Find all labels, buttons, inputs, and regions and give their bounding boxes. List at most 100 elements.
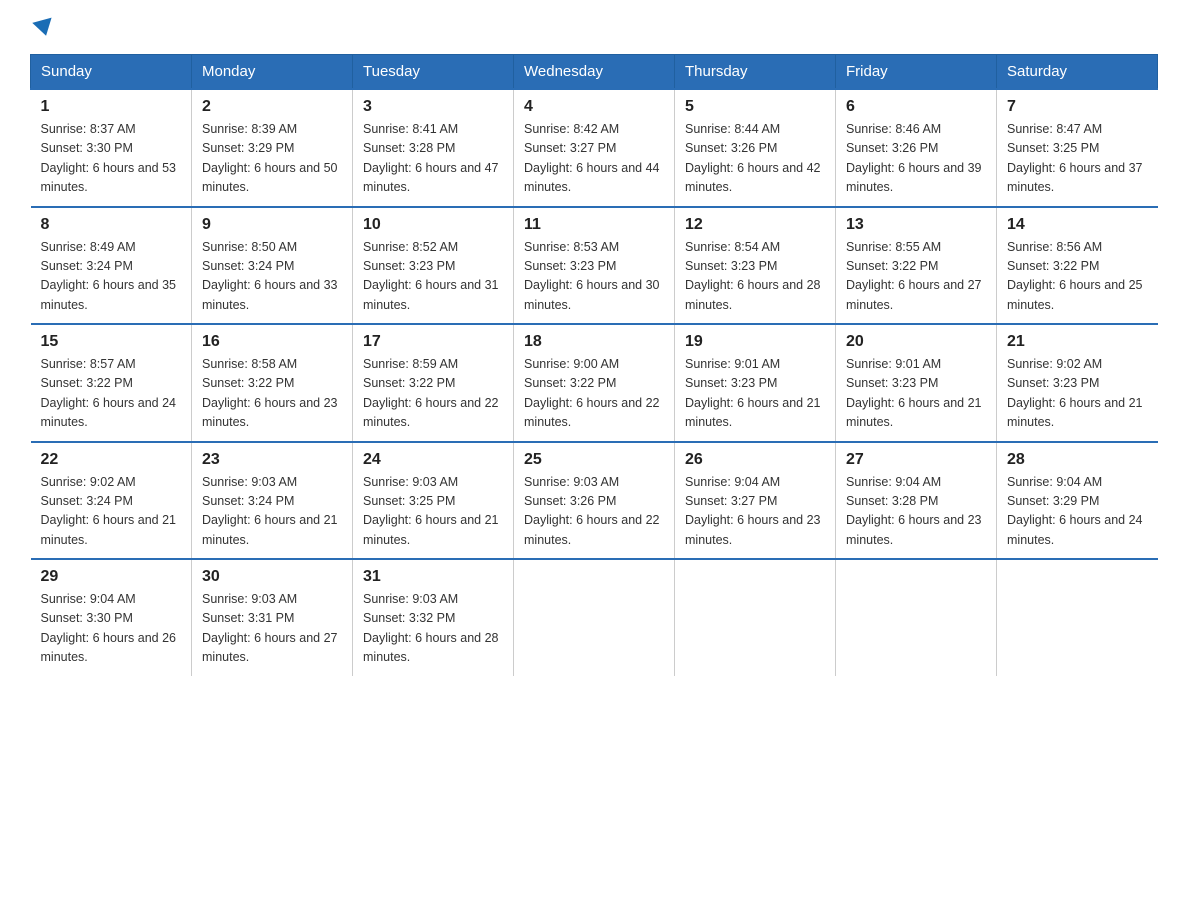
day-info: Sunrise: 9:03 AMSunset: 3:31 PMDaylight:… [202, 590, 342, 668]
day-info: Sunrise: 8:52 AMSunset: 3:23 PMDaylight:… [363, 238, 503, 316]
day-cell: 11Sunrise: 8:53 AMSunset: 3:23 PMDayligh… [514, 207, 675, 325]
header-cell-thursday: Thursday [675, 55, 836, 90]
day-info: Sunrise: 9:03 AMSunset: 3:26 PMDaylight:… [524, 473, 664, 551]
day-cell: 24 Sunrise: 9:03 AMSunset: 3:25 PMDayligh… [353, 442, 514, 560]
day-cell: 28 Sunrise: 9:04 AMSunset: 3:29 PMDayligh… [997, 442, 1158, 560]
day-info: Sunrise: 9:02 AMSunset: 3:24 PMDaylight:… [41, 473, 182, 551]
day-cell: 26 Sunrise: 9:04 AMSunset: 3:27 PMDayligh… [675, 442, 836, 560]
day-info: Sunrise: 8:44 AMSunset: 3:26 PMDaylight:… [685, 120, 825, 198]
day-cell: 29 Sunrise: 9:04 AMSunset: 3:30 PMDayligh… [31, 559, 192, 676]
day-cell: 4Sunrise: 8:42 AMSunset: 3:27 PMDaylight… [514, 89, 675, 207]
week-row-3: 15 Sunrise: 8:57 AMSunset: 3:22 PMDayligh… [31, 324, 1158, 442]
day-number: 6 [846, 98, 986, 116]
day-cell [675, 559, 836, 676]
day-number: 8 [41, 216, 182, 234]
calendar-table: SundayMondayTuesdayWednesdayThursdayFrid… [30, 54, 1158, 676]
day-info: Sunrise: 9:03 AMSunset: 3:32 PMDaylight:… [363, 590, 503, 668]
day-number: 11 [524, 216, 664, 234]
day-cell: 23 Sunrise: 9:03 AMSunset: 3:24 PMDayligh… [192, 442, 353, 560]
day-number: 28 [1007, 451, 1148, 469]
day-number: 24 [363, 451, 503, 469]
day-number: 15 [41, 333, 182, 351]
day-number: 29 [41, 568, 182, 586]
day-info: Sunrise: 8:56 AMSunset: 3:22 PMDaylight:… [1007, 238, 1148, 316]
logo [30, 20, 54, 36]
day-info: Sunrise: 8:57 AMSunset: 3:22 PMDaylight:… [41, 355, 182, 433]
day-info: Sunrise: 9:01 AMSunset: 3:23 PMDaylight:… [685, 355, 825, 433]
day-number: 18 [524, 333, 664, 351]
day-number: 2 [202, 98, 342, 116]
day-info: Sunrise: 9:04 AMSunset: 3:28 PMDaylight:… [846, 473, 986, 551]
day-cell: 19 Sunrise: 9:01 AMSunset: 3:23 PMDayligh… [675, 324, 836, 442]
day-info: Sunrise: 8:49 AMSunset: 3:24 PMDaylight:… [41, 238, 182, 316]
day-info: Sunrise: 8:37 AMSunset: 3:30 PMDaylight:… [41, 120, 182, 198]
day-cell: 2 Sunrise: 8:39 AMSunset: 3:29 PMDaylight… [192, 89, 353, 207]
week-row-4: 22 Sunrise: 9:02 AMSunset: 3:24 PMDayligh… [31, 442, 1158, 560]
day-number: 16 [202, 333, 342, 351]
day-info: Sunrise: 9:04 AMSunset: 3:29 PMDaylight:… [1007, 473, 1148, 551]
day-cell: 9 Sunrise: 8:50 AMSunset: 3:24 PMDaylight… [192, 207, 353, 325]
day-number: 9 [202, 216, 342, 234]
day-info: Sunrise: 9:01 AMSunset: 3:23 PMDaylight:… [846, 355, 986, 433]
day-number: 12 [685, 216, 825, 234]
day-info: Sunrise: 9:03 AMSunset: 3:24 PMDaylight:… [202, 473, 342, 551]
day-number: 26 [685, 451, 825, 469]
day-info: Sunrise: 9:00 AMSunset: 3:22 PMDaylight:… [524, 355, 664, 433]
day-number: 25 [524, 451, 664, 469]
day-info: Sunrise: 9:04 AMSunset: 3:27 PMDaylight:… [685, 473, 825, 551]
day-cell: 6Sunrise: 8:46 AMSunset: 3:26 PMDaylight… [836, 89, 997, 207]
day-number: 13 [846, 216, 986, 234]
day-number: 1 [41, 98, 182, 116]
header-cell-monday: Monday [192, 55, 353, 90]
day-info: Sunrise: 8:41 AMSunset: 3:28 PMDaylight:… [363, 120, 503, 198]
day-info: Sunrise: 9:04 AMSunset: 3:30 PMDaylight:… [41, 590, 182, 668]
day-number: 14 [1007, 216, 1148, 234]
day-cell: 5Sunrise: 8:44 AMSunset: 3:26 PMDaylight… [675, 89, 836, 207]
day-cell: 21Sunrise: 9:02 AMSunset: 3:23 PMDayligh… [997, 324, 1158, 442]
day-info: Sunrise: 9:03 AMSunset: 3:25 PMDaylight:… [363, 473, 503, 551]
day-cell: 31Sunrise: 9:03 AMSunset: 3:32 PMDayligh… [353, 559, 514, 676]
header-row: SundayMondayTuesdayWednesdayThursdayFrid… [31, 55, 1158, 90]
day-cell [836, 559, 997, 676]
week-row-1: 1 Sunrise: 8:37 AMSunset: 3:30 PMDaylight… [31, 89, 1158, 207]
day-cell: 10Sunrise: 8:52 AMSunset: 3:23 PMDayligh… [353, 207, 514, 325]
calendar-header: SundayMondayTuesdayWednesdayThursdayFrid… [31, 55, 1158, 90]
week-row-2: 8 Sunrise: 8:49 AMSunset: 3:24 PMDaylight… [31, 207, 1158, 325]
day-number: 30 [202, 568, 342, 586]
day-number: 20 [846, 333, 986, 351]
day-cell: 22 Sunrise: 9:02 AMSunset: 3:24 PMDayligh… [31, 442, 192, 560]
header-cell-friday: Friday [836, 55, 997, 90]
day-cell: 8 Sunrise: 8:49 AMSunset: 3:24 PMDaylight… [31, 207, 192, 325]
day-cell: 30 Sunrise: 9:03 AMSunset: 3:31 PMDayligh… [192, 559, 353, 676]
day-number: 27 [846, 451, 986, 469]
day-cell: 16Sunrise: 8:58 AMSunset: 3:22 PMDayligh… [192, 324, 353, 442]
day-info: Sunrise: 8:42 AMSunset: 3:27 PMDaylight:… [524, 120, 664, 198]
day-number: 22 [41, 451, 182, 469]
day-info: Sunrise: 8:54 AMSunset: 3:23 PMDaylight:… [685, 238, 825, 316]
day-cell: 15 Sunrise: 8:57 AMSunset: 3:22 PMDayligh… [31, 324, 192, 442]
page-header [30, 20, 1158, 36]
day-cell: 1 Sunrise: 8:37 AMSunset: 3:30 PMDaylight… [31, 89, 192, 207]
day-cell [997, 559, 1158, 676]
header-cell-saturday: Saturday [997, 55, 1158, 90]
day-info: Sunrise: 8:47 AMSunset: 3:25 PMDaylight:… [1007, 120, 1148, 198]
day-cell: 14 Sunrise: 8:56 AMSunset: 3:22 PMDayligh… [997, 207, 1158, 325]
day-cell: 12 Sunrise: 8:54 AMSunset: 3:23 PMDayligh… [675, 207, 836, 325]
calendar-body: 1 Sunrise: 8:37 AMSunset: 3:30 PMDaylight… [31, 89, 1158, 676]
day-number: 23 [202, 451, 342, 469]
header-cell-tuesday: Tuesday [353, 55, 514, 90]
day-cell: 20 Sunrise: 9:01 AMSunset: 3:23 PMDayligh… [836, 324, 997, 442]
day-number: 19 [685, 333, 825, 351]
day-cell: 18 Sunrise: 9:00 AMSunset: 3:22 PMDayligh… [514, 324, 675, 442]
day-cell: 25 Sunrise: 9:03 AMSunset: 3:26 PMDayligh… [514, 442, 675, 560]
day-info: Sunrise: 9:02 AMSunset: 3:23 PMDaylight:… [1007, 355, 1148, 433]
day-info: Sunrise: 8:50 AMSunset: 3:24 PMDaylight:… [202, 238, 342, 316]
day-info: Sunrise: 8:59 AMSunset: 3:22 PMDaylight:… [363, 355, 503, 433]
week-row-5: 29 Sunrise: 9:04 AMSunset: 3:30 PMDayligh… [31, 559, 1158, 676]
day-number: 7 [1007, 98, 1148, 116]
day-number: 17 [363, 333, 503, 351]
day-info: Sunrise: 8:39 AMSunset: 3:29 PMDaylight:… [202, 120, 342, 198]
logo-triangle-icon [32, 18, 55, 39]
day-cell [514, 559, 675, 676]
day-cell: 3Sunrise: 8:41 AMSunset: 3:28 PMDaylight… [353, 89, 514, 207]
